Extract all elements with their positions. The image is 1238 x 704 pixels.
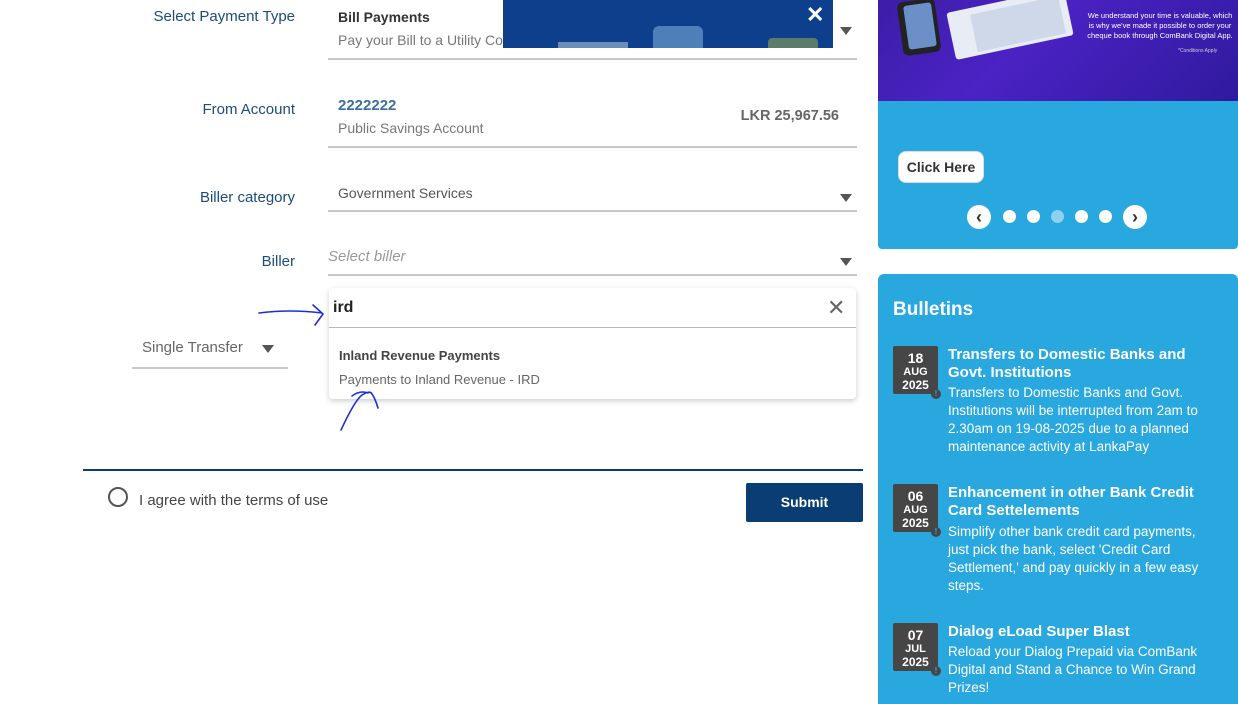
promo-banner[interactable]: We understand your time is valuable, whi… [878, 0, 1238, 101]
bulletins-heading: Bulletins [893, 299, 974, 320]
form-divider [83, 469, 863, 471]
bulletin-date: 18 AUG 2025 [893, 346, 938, 394]
banner-footnote: *Conditions Apply [1178, 48, 1218, 54]
banner-text: We understand your time is valuable, whi… [1087, 11, 1233, 40]
carousel-dot-3[interactable] [1051, 210, 1064, 223]
terms-radio[interactable] [108, 487, 128, 507]
bulletin-title[interactable]: Dialog eLoad Super Blast [948, 623, 1218, 641]
annotation-marks [258, 304, 379, 431]
carousel-dot-4[interactable] [1075, 210, 1088, 223]
click-here-button[interactable]: Click Here [898, 151, 984, 183]
bulletin-title[interactable]: Transfers to Domestic Banks and Govt. In… [948, 346, 1218, 382]
bulletin-body: Reload your Dialog Prepaid via ComBank D… [948, 644, 1198, 695]
info-icon: ! [931, 389, 941, 399]
bulletin-title[interactable]: Enhancement in other Bank Credit Card Se… [948, 484, 1218, 520]
carousel-prev-button[interactable]: ‹ [967, 205, 991, 229]
carousel-dot-2[interactable] [1027, 210, 1040, 223]
terms-label: I agree with the terms of use [139, 492, 329, 509]
bulletin-date: 07 JUL 2025 [893, 623, 938, 671]
bulletin-date: 06 AUG 2025 [893, 484, 938, 532]
bulletin-body: Simplify other bank credit card payments… [948, 524, 1199, 593]
info-icon: ! [931, 527, 941, 537]
bulletin-body: Transfers to Domestic Banks and Govt. In… [948, 385, 1198, 454]
info-icon: ! [931, 666, 941, 676]
submit-button[interactable]: Submit [746, 483, 863, 522]
carousel-dot-5[interactable] [1099, 210, 1112, 223]
carousel-dot-1[interactable] [1003, 210, 1016, 223]
carousel-next-button[interactable]: › [1123, 205, 1147, 229]
